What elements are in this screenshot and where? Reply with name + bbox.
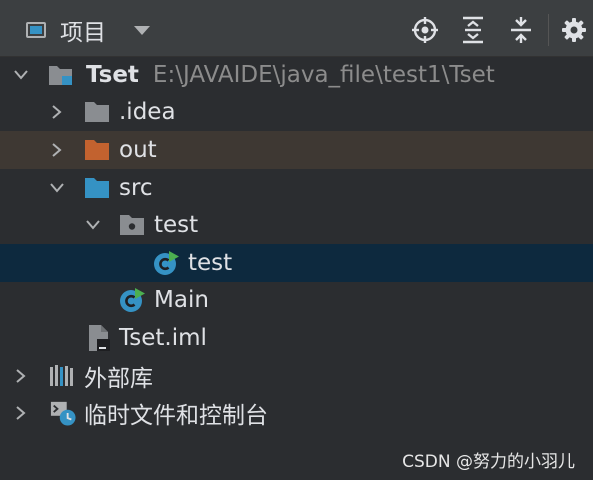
collapse-all-button[interactable] xyxy=(502,10,540,50)
test-package-label: test xyxy=(154,212,199,239)
source-folder-icon xyxy=(84,175,110,201)
folder-icon xyxy=(84,99,110,125)
gear-icon xyxy=(562,18,586,42)
chevron-right-icon[interactable] xyxy=(14,406,28,420)
project-module-icon xyxy=(48,62,74,88)
root-name: Tset xyxy=(86,61,139,88)
excluded-folder-icon xyxy=(84,137,110,163)
toolbar-separator xyxy=(548,14,549,46)
chevron-right-icon[interactable] xyxy=(14,368,28,383)
project-tree: Tset E:\JAVAIDE\java_file\test1\Tset .ide… xyxy=(0,56,593,432)
out-label: out xyxy=(119,136,157,163)
java-class-icon xyxy=(153,250,179,276)
external-libraries-label: 外部库 xyxy=(84,365,153,392)
locate-icon xyxy=(412,17,438,43)
root-path: E:\JAVAIDE\java_file\test1\Tset xyxy=(152,61,495,88)
settings-button[interactable] xyxy=(555,10,593,50)
tree-row-idea[interactable]: .idea xyxy=(0,94,593,132)
chevron-right-icon[interactable] xyxy=(50,143,64,157)
scratches-icon xyxy=(50,400,76,426)
main-class-label: Main xyxy=(154,287,209,314)
tree-row-src[interactable]: src xyxy=(0,169,593,207)
tree-row-out[interactable]: out xyxy=(0,131,593,169)
chevron-down-icon[interactable] xyxy=(86,218,100,232)
scratches-label: 临时文件和控制台 xyxy=(84,403,268,430)
idea-label: .idea xyxy=(119,99,176,126)
view-title: 项目 xyxy=(60,20,106,46)
chevron-down-icon[interactable] xyxy=(14,68,28,82)
test-class-label: test xyxy=(188,249,233,276)
expand-all-button[interactable] xyxy=(454,10,492,50)
chevron-right-icon[interactable] xyxy=(50,105,64,120)
library-icon xyxy=(48,363,74,389)
watermark: CSDN @努力的小羽儿 xyxy=(402,452,575,472)
tree-row-test-package[interactable]: test xyxy=(0,206,593,244)
tree-row-test-class[interactable]: test xyxy=(0,243,593,282)
project-view-icon xyxy=(26,22,46,38)
chevron-down-icon[interactable] xyxy=(134,25,150,35)
project-toolbar: 项目 xyxy=(0,0,593,57)
locate-button[interactable] xyxy=(406,10,444,50)
tree-row-scratches[interactable]: 临时文件和控制台 xyxy=(0,394,593,432)
chevron-down-icon[interactable] xyxy=(50,181,64,195)
tree-row-external-libraries[interactable]: 外部库 xyxy=(0,357,593,395)
src-label: src xyxy=(119,174,153,201)
view-selector[interactable]: 项目 xyxy=(26,14,150,46)
collapse-all-icon xyxy=(511,17,531,43)
tree-row-iml[interactable]: Tset.iml xyxy=(0,319,593,357)
expand-all-icon xyxy=(463,16,483,44)
root-label: Tset E:\JAVAIDE\java_file\test1\Tset xyxy=(86,62,495,88)
package-icon xyxy=(119,212,145,238)
java-class-icon xyxy=(119,287,145,313)
iml-file-icon xyxy=(86,324,112,351)
iml-label: Tset.iml xyxy=(119,324,207,351)
tree-row-root[interactable]: Tset E:\JAVAIDE\java_file\test1\Tset xyxy=(0,56,593,94)
tree-row-main[interactable]: Main xyxy=(0,282,593,320)
